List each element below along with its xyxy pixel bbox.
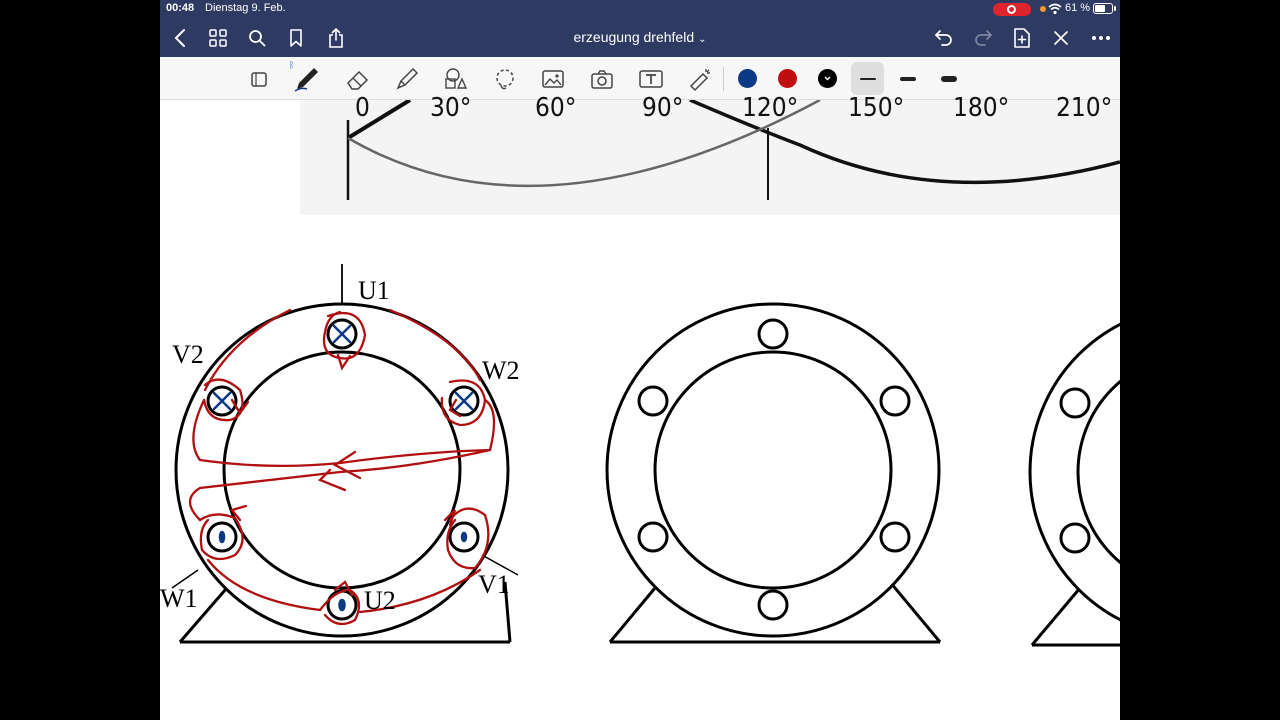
screen-recording-icon[interactable] [993,3,1031,16]
label-v1: V1 [478,570,510,599]
ipad-screen: 00:48 Dienstag 9. Feb. 61 % erzeugung dr… [160,0,1120,720]
battery-percent: 61 % [1065,2,1091,14]
laser-pointer-icon [689,69,710,92]
undo-icon [934,30,952,46]
camera-button[interactable] [587,64,617,94]
color-swatch-red[interactable] [778,69,797,88]
lasso-icon [496,69,514,90]
stroke-thick-button[interactable] [941,76,957,82]
undo-button[interactable] [932,26,956,50]
label-w2: W2 [482,356,520,385]
pen-icon [294,68,318,92]
highlighter-icon [396,67,419,90]
pen-tool-button[interactable] [292,64,322,94]
label-w1: W1 [160,584,198,613]
mic-indicator-icon [1040,6,1046,12]
label-u1: U1 [358,276,390,305]
more-button[interactable] [1089,26,1113,50]
motor-diagrams [171,264,1120,647]
add-page-icon [1014,28,1030,48]
shapes-tool-icon [251,72,267,87]
text-box-button[interactable] [636,64,666,94]
image-icon [542,70,564,88]
wifi-icon [1048,3,1062,15]
bluetooth-icon: ᛒ [289,60,295,70]
label-v2: V2 [172,340,204,369]
nav-bar: erzeugung drehfeld ⌄ [160,18,1120,57]
shapes-tool-button[interactable] [244,64,274,94]
add-page-button[interactable] [1010,26,1034,50]
chevron-down-icon: ⌄ [698,34,707,45]
image-button[interactable] [538,64,568,94]
eraser-icon [347,70,369,90]
color-swatch-black[interactable] [818,69,837,88]
label-u2: U2 [364,586,396,615]
lasso-button[interactable] [490,64,520,94]
shapes-icon [445,68,468,89]
document-page[interactable]: 0 30° 60° 90° 120° 150° 180° 210° U1 V2 … [160,93,1120,720]
hide-toolbar-button[interactable] [1049,26,1073,50]
chevron-down-icon [824,76,831,81]
redo-button[interactable] [971,26,995,50]
status-date: Dienstag 9. Feb. [205,2,286,14]
document-title: erzeugung drehfeld [573,29,695,45]
highlighter-tool-button[interactable] [392,64,422,94]
laser-pointer-button[interactable] [685,64,715,94]
camera-icon [591,70,613,89]
stroke-medium-button[interactable] [900,77,916,81]
redo-icon [975,30,993,46]
color-swatch-blue[interactable] [738,69,757,88]
motor-1 [171,264,519,644]
more-icon [1092,36,1110,40]
status-bar: 00:48 Dienstag 9. Feb. 61 % [160,0,1120,18]
battery-icon [1093,3,1113,14]
text-box-icon [639,70,663,88]
motor-3 [1028,322,1120,647]
status-time: 00:48 [166,2,195,14]
eraser-tool-button[interactable] [343,64,373,94]
stroke-thin-button[interactable] [860,78,876,80]
shapes-button[interactable] [440,64,470,94]
toolbar-divider [723,67,724,91]
motor-2 [605,302,942,644]
pen-slash-icon [1054,31,1068,45]
